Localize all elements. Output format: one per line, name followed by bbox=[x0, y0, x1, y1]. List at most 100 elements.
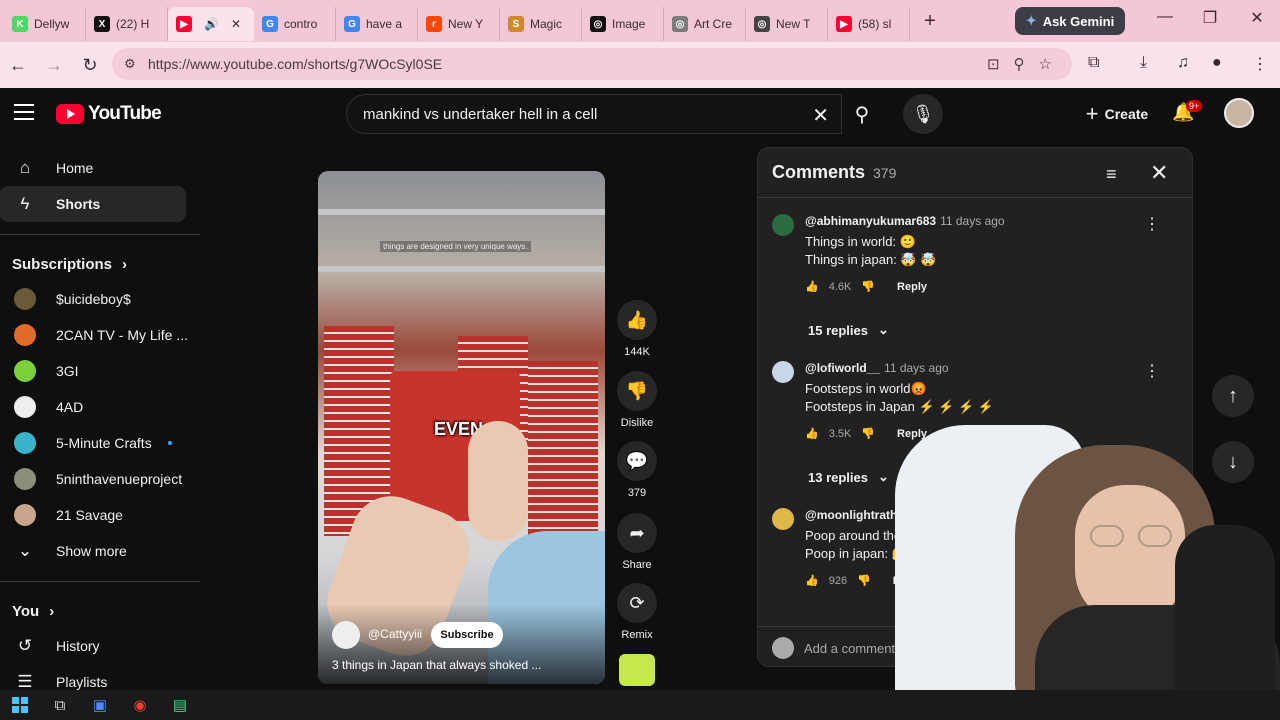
divider bbox=[0, 581, 200, 582]
browser-tab[interactable]: Gcontro bbox=[254, 7, 336, 41]
thumbs-up-icon[interactable]: 👍 bbox=[805, 427, 819, 440]
short-video-player[interactable]: things are designed in very unique ways.… bbox=[318, 171, 605, 684]
youtube-logo[interactable]: YouTube bbox=[56, 103, 162, 125]
search-button[interactable]: ⚲ bbox=[842, 94, 882, 134]
extensions-icon[interactable]: ⧉ bbox=[1088, 54, 1099, 72]
forward-button[interactable]: → bbox=[36, 55, 72, 76]
view-replies-button[interactable]: 13 replies ⌄ bbox=[808, 469, 889, 485]
comments-count: 379 bbox=[873, 164, 897, 181]
site-info-icon[interactable]: ⚙ bbox=[124, 56, 136, 72]
browser-menu-icon[interactable]: ⋮ bbox=[1252, 54, 1268, 74]
reply-button[interactable]: Reply bbox=[897, 281, 927, 293]
create-button[interactable]: + Create bbox=[1074, 96, 1160, 132]
share-button[interactable]: ➦ Share bbox=[617, 513, 657, 571]
thumbs-up-icon[interactable]: 👍 bbox=[805, 280, 819, 293]
voice-search-button[interactable]: 🎙 bbox=[903, 94, 943, 134]
close-icon[interactable]: ✕ bbox=[1150, 160, 1168, 186]
profile-avatar[interactable]: ● bbox=[1212, 54, 1222, 72]
start-button[interactable] bbox=[0, 690, 40, 720]
thumbs-down-icon[interactable]: 👎 bbox=[861, 427, 875, 440]
account-avatar[interactable] bbox=[1224, 98, 1254, 128]
back-button[interactable]: ← bbox=[0, 55, 36, 76]
commenter-avatar[interactable] bbox=[772, 508, 794, 530]
remix-label: Remix bbox=[621, 629, 653, 641]
show-more-button[interactable]: ⌄ Show more bbox=[0, 533, 188, 569]
tab-title: Image bbox=[612, 17, 646, 31]
app-icon[interactable]: ▣ bbox=[80, 690, 120, 720]
previous-short-button[interactable]: ↑ bbox=[1212, 375, 1254, 417]
add-comment-input[interactable]: Add a comment... bbox=[804, 641, 906, 656]
minimize-button[interactable]: — bbox=[1150, 8, 1180, 26]
commenter-avatar[interactable] bbox=[772, 361, 794, 383]
subscriptions-label: Subscriptions bbox=[12, 255, 113, 273]
dislike-button[interactable]: 👎 Dislike bbox=[617, 371, 657, 429]
bookmark-star-icon[interactable]: ☆ bbox=[1039, 55, 1052, 73]
sidebar-item-shorts[interactable]: ϟ Shorts bbox=[0, 186, 186, 222]
clear-search-icon[interactable]: ✕ bbox=[812, 103, 829, 128]
reload-button[interactable]: ↻ bbox=[72, 55, 108, 76]
close-tab-icon[interactable]: ✕ bbox=[231, 17, 241, 31]
install-app-icon[interactable]: ⊡ bbox=[987, 55, 1000, 73]
browser-tab[interactable]: K Dellyw bbox=[4, 7, 86, 41]
subscriptions-heading[interactable]: Subscriptions › bbox=[0, 247, 200, 281]
more-actions-icon[interactable]: ⋮ bbox=[1144, 361, 1160, 381]
sound-thumbnail[interactable] bbox=[619, 654, 655, 686]
comment-author[interactable]: @abhimanyukumar683 bbox=[805, 214, 936, 228]
share-label: Share bbox=[622, 559, 652, 571]
close-window-button[interactable]: ✕ bbox=[1242, 8, 1272, 28]
chrome-icon[interactable]: ◉ bbox=[120, 690, 160, 720]
sidebar-item-playlists[interactable]: ☰ Playlists bbox=[0, 664, 188, 690]
thumbs-down-icon[interactable]: 👎 bbox=[857, 574, 871, 587]
media-control-icon[interactable]: ♫ bbox=[1177, 54, 1189, 72]
subscribe-button[interactable]: Subscribe bbox=[431, 622, 503, 648]
sidebar-item-history[interactable]: ↺ History bbox=[0, 628, 188, 664]
view-replies-button[interactable]: 15 replies ⌄ bbox=[808, 322, 889, 338]
channel-name[interactable]: @Cattyyiii bbox=[368, 627, 422, 641]
video-shelf-graphic bbox=[318, 266, 605, 272]
thumbs-down-icon[interactable]: 👎 bbox=[861, 280, 875, 293]
browser-tab[interactable]: Ghave a bbox=[336, 7, 418, 41]
new-tab-button[interactable]: + bbox=[916, 7, 944, 35]
browser-tab[interactable]: ◎ Image bbox=[582, 7, 664, 41]
video-title[interactable]: 3 things in Japan that always shoked ... bbox=[332, 658, 541, 672]
sidebar-item-subscription[interactable]: $uicideboy$ bbox=[0, 281, 188, 317]
comments-button[interactable]: 💬 379 bbox=[617, 441, 657, 499]
remix-button[interactable]: ⟳ Remix bbox=[617, 583, 657, 641]
zoom-icon[interactable]: ⚲ bbox=[1014, 55, 1025, 73]
sidebar-item-subscription[interactable]: 3GI bbox=[0, 353, 188, 389]
ask-gemini-button[interactable]: ✦ Ask Gemini bbox=[1015, 7, 1125, 35]
guide-menu-icon[interactable] bbox=[14, 104, 34, 125]
browser-tab[interactable]: ◎ New T bbox=[746, 7, 828, 41]
tab-title: contro bbox=[284, 17, 318, 31]
speaker-icon[interactable]: 🔊 bbox=[204, 17, 219, 31]
commenter-avatar[interactable] bbox=[772, 214, 794, 236]
sidebar-item-subscription[interactable]: 21 Savage bbox=[0, 497, 188, 533]
channel-avatar[interactable] bbox=[332, 621, 360, 649]
search-input[interactable]: mankind vs undertaker hell in a cell ✕ bbox=[346, 94, 842, 134]
browser-tab[interactable]: ▶ 🔊 ✕ bbox=[168, 7, 254, 41]
sidebar-item-home[interactable]: ⌂ Home bbox=[0, 150, 188, 186]
replies-label: 15 replies bbox=[808, 322, 868, 338]
browser-tab[interactable]: X (22) H bbox=[86, 7, 168, 41]
more-actions-icon[interactable]: ⋮ bbox=[1144, 214, 1160, 234]
sidebar-item-subscription[interactable]: 2CAN TV - My Life ... bbox=[0, 317, 188, 353]
restore-button[interactable]: ❐ bbox=[1195, 8, 1225, 28]
sidebar-item-subscription[interactable]: 4AD bbox=[0, 389, 188, 425]
browser-tab[interactable]: ▶ (58) sl bbox=[828, 7, 910, 41]
sidebar-item-subscription[interactable]: 5ninthavenueproject bbox=[0, 461, 188, 497]
sidebar-item-subscription[interactable]: 5-Minute Crafts bbox=[0, 425, 188, 461]
app-icon[interactable]: ▤ bbox=[160, 690, 200, 720]
browser-tab[interactable]: ◎ Art Cre bbox=[664, 7, 746, 41]
browser-tab[interactable]: S Magic bbox=[500, 7, 582, 41]
you-heading[interactable]: You › bbox=[0, 594, 200, 628]
sidebar-item-label: 5ninthavenueproject bbox=[56, 471, 183, 487]
comment-author[interactable]: @lofiworld__ bbox=[805, 361, 880, 375]
tab-favicon-icon: G bbox=[262, 16, 278, 32]
sort-icon[interactable]: ≡ bbox=[1106, 164, 1117, 185]
browser-tab[interactable]: r New Y bbox=[418, 7, 500, 41]
task-view-icon[interactable]: ⧉ bbox=[40, 690, 80, 720]
downloads-icon[interactable]: ⤓ bbox=[1140, 54, 1147, 72]
url-field[interactable]: ⚙ https://www.youtube.com/shorts/g7WOcSy… bbox=[112, 48, 1072, 80]
thumbs-up-icon[interactable]: 👍 bbox=[805, 574, 819, 587]
like-button[interactable]: 👍 144K bbox=[617, 300, 657, 358]
